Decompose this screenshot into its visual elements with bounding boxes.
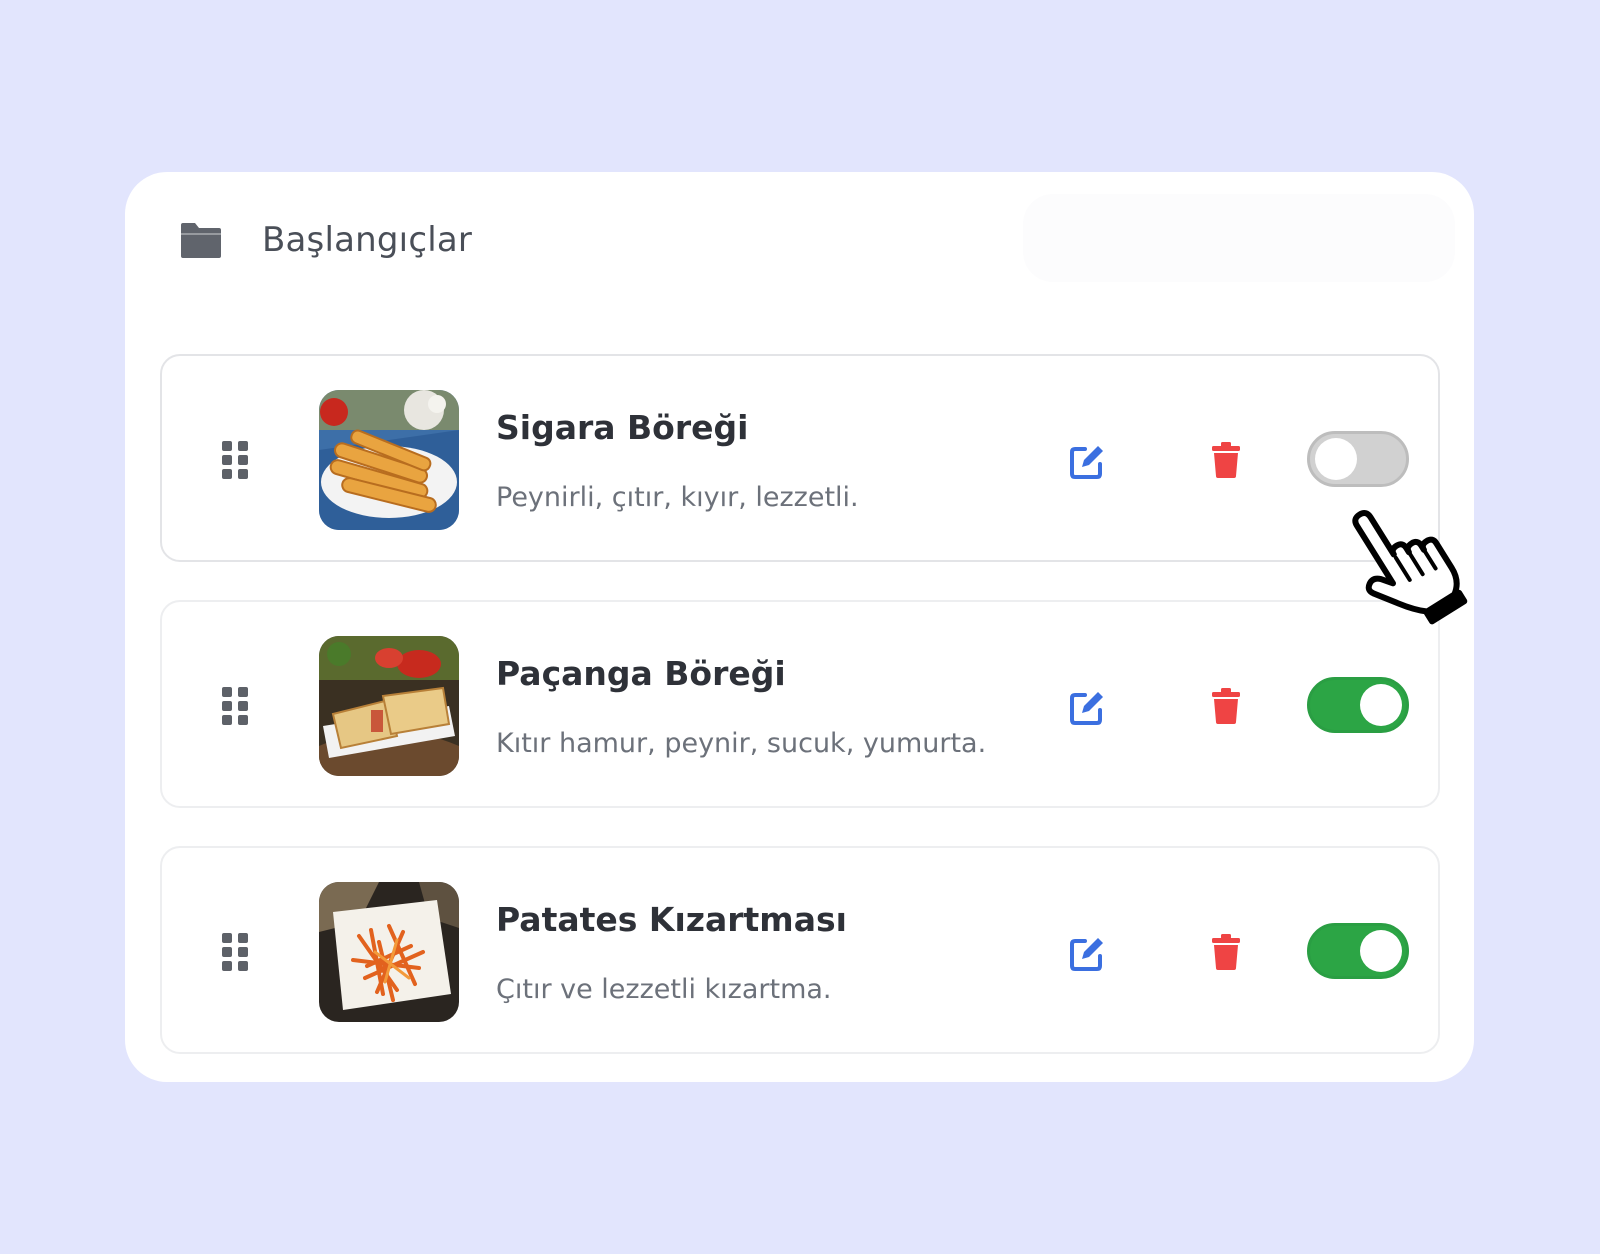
availability-toggle[interactable] — [1307, 677, 1409, 733]
item-name: Sigara Böreği — [496, 408, 749, 447]
category-title: Başlangıçlar — [262, 220, 473, 260]
drag-handle-icon[interactable] — [220, 686, 250, 726]
toggle-knob — [1315, 438, 1357, 480]
item-name: Paçanga Böreği — [496, 654, 786, 693]
availability-toggle[interactable] — [1307, 923, 1409, 979]
patates-kizartmasi-photo — [319, 882, 459, 1022]
drag-handle-icon[interactable] — [220, 932, 250, 972]
pacanga-boregi-photo — [319, 636, 459, 776]
hand-pointer-cursor-icon — [1352, 510, 1468, 625]
item-description: Çıtır ve lezzetli kızartma. — [496, 974, 832, 1005]
toggle-knob — [1360, 684, 1402, 726]
edit-icon[interactable] — [1069, 936, 1105, 972]
header-placeholder — [1023, 194, 1455, 282]
category-header: Başlangıçlar — [180, 214, 472, 266]
item-name: Patates Kızartması — [496, 900, 847, 939]
trash-icon[interactable] — [1211, 442, 1241, 478]
drag-handle-icon[interactable] — [220, 440, 250, 480]
toggle-knob — [1360, 930, 1402, 972]
edit-icon[interactable] — [1069, 444, 1105, 480]
category-card: Başlangıçlar Sigara Böreği Peynirli, çıt… — [125, 172, 1474, 1082]
menu-item-row: Paçanga Böreği Kıtır hamur, peynir, sucu… — [160, 600, 1440, 808]
trash-icon[interactable] — [1211, 934, 1241, 970]
availability-toggle[interactable] — [1307, 431, 1409, 487]
edit-icon[interactable] — [1069, 690, 1105, 726]
menu-item-row: Patates Kızartması Çıtır ve lezzetli kız… — [160, 846, 1440, 1054]
folder-icon — [181, 223, 221, 258]
item-description: Peynirli, çıtır, kıyır, lezzetli. — [496, 482, 859, 513]
menu-item-row: Sigara Böreği Peynirli, çıtır, kıyır, le… — [160, 354, 1440, 562]
sigara-boregi-photo — [319, 390, 459, 530]
item-description: Kıtır hamur, peynir, sucuk, yumurta. — [496, 728, 987, 759]
trash-icon[interactable] — [1211, 688, 1241, 724]
